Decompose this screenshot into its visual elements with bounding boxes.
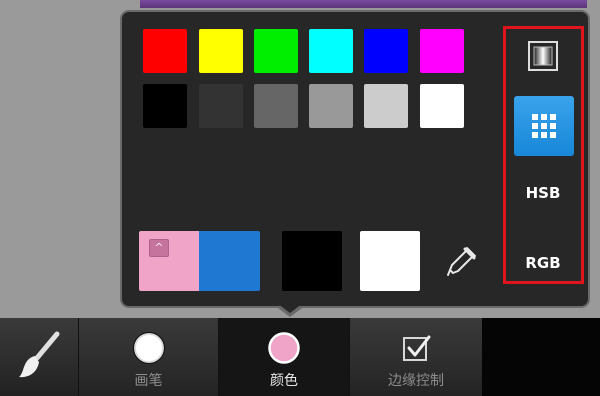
checkbox-icon <box>399 331 433 369</box>
swatch-gray[interactable] <box>254 84 298 128</box>
tab-pen-label: 画笔 <box>134 373 163 389</box>
swatch-blue[interactable] <box>364 29 408 73</box>
brush-tool-button[interactable] <box>0 318 78 396</box>
hsb-mode-button[interactable]: HSB <box>512 184 574 202</box>
tab-edge-control[interactable]: 边缘控制 <box>350 318 482 396</box>
current-fill-color <box>139 231 199 291</box>
swatch-light-gray[interactable] <box>364 84 408 128</box>
expand-up-button[interactable]: ^ <box>149 239 169 257</box>
swatch-green[interactable] <box>254 29 298 73</box>
swatch-mid-gray[interactable] <box>309 84 353 128</box>
rgb-mode-button[interactable]: RGB <box>512 254 574 272</box>
stroke-color-black[interactable] <box>282 231 342 291</box>
tab-edge-control-label: 边缘控制 <box>388 373 444 389</box>
tab-color[interactable]: 颜色 <box>219 318 349 396</box>
circle-icon <box>132 331 166 369</box>
swatch-yellow[interactable] <box>199 29 243 73</box>
swatch-dark-gray[interactable] <box>199 84 243 128</box>
popup-arrow <box>274 301 306 313</box>
gradient-icon[interactable] <box>527 40 559 72</box>
stroke-color-white[interactable] <box>360 231 420 291</box>
swatch-cyan[interactable] <box>309 29 353 73</box>
swatch-red[interactable] <box>143 29 187 73</box>
tab-pen[interactable]: 画笔 <box>79 318 218 396</box>
color-circle-icon <box>267 331 301 369</box>
current-color-preview[interactable]: ^ <box>139 231 260 291</box>
tab-color-label: 颜色 <box>270 373 298 389</box>
eyedropper-icon[interactable] <box>445 244 479 278</box>
swatch-white[interactable] <box>420 84 464 128</box>
brush-icon <box>17 330 61 384</box>
grid-icon[interactable] <box>514 96 574 156</box>
toolbar-empty-area <box>482 318 600 396</box>
swatch-magenta[interactable] <box>420 29 464 73</box>
new-color <box>199 231 260 291</box>
top-strip <box>140 0 587 8</box>
swatch-black[interactable] <box>143 84 187 128</box>
